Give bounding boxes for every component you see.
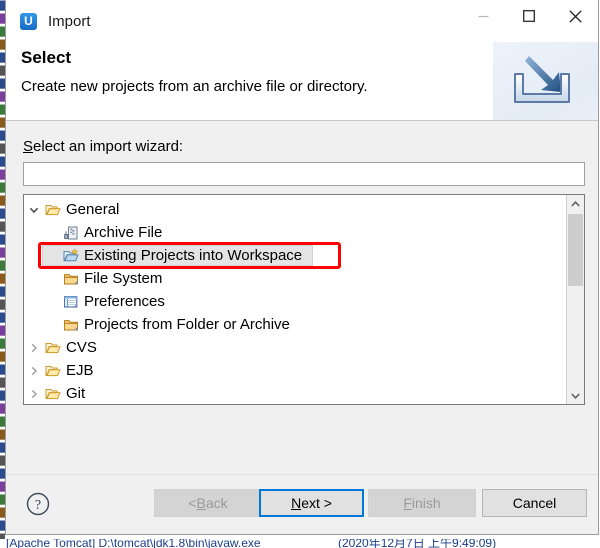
preferences-icon bbox=[61, 294, 81, 310]
console-right-text: (2020年12月7日 上午9:49:09) bbox=[338, 539, 497, 548]
label-mnemonic: S bbox=[23, 138, 34, 155]
folder-open-icon bbox=[45, 204, 61, 215]
back-label-pre: < bbox=[188, 495, 197, 511]
console-left-text: [Apache Tomcat] D:\tomcat\jdk1.8\bin\jav… bbox=[6, 539, 261, 548]
folder-open-icon bbox=[43, 340, 63, 356]
import-project-folder-icon bbox=[61, 248, 81, 264]
back-label-post: ack bbox=[205, 495, 228, 511]
folder-open-icon bbox=[45, 365, 61, 376]
archive-file-icon bbox=[61, 225, 81, 241]
chevron-right-icon[interactable] bbox=[29, 343, 39, 353]
tree-row-content[interactable]: Archive File bbox=[42, 222, 173, 243]
cancel-button[interactable]: Cancel bbox=[482, 489, 587, 517]
help-button[interactable]: ? bbox=[26, 492, 50, 521]
wizard-body: Select an import wizard: General Archive … bbox=[6, 121, 598, 474]
tree-expander[interactable] bbox=[25, 366, 43, 376]
scroll-down-arrow[interactable] bbox=[567, 387, 584, 404]
page-description: Create new projects from an archive file… bbox=[21, 78, 368, 95]
scrollbar-thumb[interactable] bbox=[568, 214, 583, 286]
tree-row-content[interactable]: Preferences bbox=[42, 291, 176, 312]
tree-row-content[interactable]: CVS bbox=[24, 337, 108, 358]
next-button[interactable]: Next > bbox=[259, 489, 364, 517]
scroll-up-arrow[interactable] bbox=[567, 195, 584, 212]
tree-item-label: File System bbox=[84, 270, 163, 287]
tree-item-label: Existing Projects into Workspace bbox=[84, 247, 303, 264]
folder-open-icon bbox=[45, 388, 61, 399]
chevron-right-icon[interactable] bbox=[29, 366, 39, 376]
maximize-icon bbox=[523, 10, 535, 22]
page-title: Select bbox=[21, 48, 72, 67]
tree-row-content[interactable]: Projects from Folder or Archive bbox=[42, 314, 301, 335]
minimize-button[interactable] bbox=[460, 0, 506, 32]
folder-open-icon bbox=[43, 363, 63, 379]
tree-item-projects-from-folder-or-archive[interactable]: Projects from Folder or Archive bbox=[24, 313, 566, 336]
folder-icon bbox=[61, 271, 81, 287]
folder-icon bbox=[64, 273, 78, 284]
dialog-footer: ? < Back Next > Finish Cancel bbox=[6, 474, 598, 534]
wizard-tree-panel: General Archive File Existing Projects int… bbox=[23, 194, 585, 405]
tree-item-label: Archive File bbox=[84, 224, 163, 241]
close-icon bbox=[568, 9, 582, 23]
tree-item-general[interactable]: General bbox=[24, 198, 566, 221]
chevron-up-icon bbox=[571, 200, 580, 207]
next-label-mnemonic: N bbox=[291, 495, 302, 511]
folder-icon bbox=[64, 319, 78, 330]
help-icon: ? bbox=[26, 492, 50, 516]
minimize-icon bbox=[478, 15, 488, 17]
finish-label-mnemonic: F bbox=[403, 495, 412, 511]
tree-row-content[interactable]: Git bbox=[24, 383, 96, 404]
svg-text:?: ? bbox=[35, 498, 41, 513]
close-button[interactable] bbox=[552, 0, 598, 32]
folder-open-icon bbox=[43, 386, 63, 402]
tree-item-cvs[interactable]: CVS bbox=[24, 336, 566, 359]
archive-file-icon bbox=[64, 226, 78, 239]
tree-item-git[interactable]: Git bbox=[24, 382, 566, 404]
chevron-down-icon bbox=[571, 392, 580, 399]
import-banner-icon bbox=[493, 42, 598, 120]
folder-open-icon bbox=[45, 342, 61, 353]
tree-item-label: General bbox=[66, 201, 120, 218]
chevron-down-icon[interactable] bbox=[29, 205, 39, 215]
next-label-post: ext > bbox=[301, 495, 332, 511]
tree-item-file-system[interactable]: File System bbox=[24, 267, 566, 290]
tree-item-label: Projects from Folder or Archive bbox=[84, 316, 290, 333]
window-title: Import bbox=[48, 12, 91, 30]
finish-label-post: inish bbox=[411, 495, 441, 511]
import-tray-arrow-icon bbox=[514, 56, 570, 103]
tree-vertical-scrollbar[interactable] bbox=[566, 195, 584, 404]
tree-item-ejb[interactable]: EJB bbox=[24, 359, 566, 382]
wizard-header: Select Create new projects from an archi… bbox=[6, 42, 598, 121]
tree-expander[interactable] bbox=[25, 389, 43, 399]
maximize-button[interactable] bbox=[506, 0, 552, 32]
background-console-strip: [Apache Tomcat] D:\tomcat\jdk1.8\bin\jav… bbox=[0, 539, 600, 548]
back-button[interactable]: < Back bbox=[154, 489, 262, 517]
tree-item-preferences[interactable]: Preferences bbox=[24, 290, 566, 313]
finish-button[interactable]: Finish bbox=[368, 489, 476, 517]
tree-item-existing-projects-into-workspace[interactable]: Existing Projects into Workspace bbox=[24, 244, 566, 267]
label-rest: elect an import wizard: bbox=[33, 138, 184, 155]
preferences-icon bbox=[64, 295, 78, 308]
tree-expander[interactable] bbox=[25, 205, 43, 215]
tree-expander[interactable] bbox=[25, 343, 43, 353]
import-project-folder-icon bbox=[63, 248, 79, 261]
tree-item-label: Preferences bbox=[84, 293, 165, 310]
select-wizard-label: Select an import wizard: bbox=[23, 138, 183, 155]
tree-item-label: CVS bbox=[66, 339, 97, 356]
app-icon-u: U bbox=[20, 12, 37, 30]
tree-row-content[interactable]: File System bbox=[42, 268, 173, 289]
wizard-tree-list[interactable]: General Archive File Existing Projects int… bbox=[24, 195, 566, 404]
chevron-right-icon[interactable] bbox=[29, 389, 39, 399]
tree-item-archive-file[interactable]: Archive File bbox=[24, 221, 566, 244]
title-bar: U Import bbox=[6, 0, 598, 42]
tree-item-label: Git bbox=[66, 385, 86, 402]
tree-row-content[interactable]: EJB bbox=[24, 360, 105, 381]
tree-row-content[interactable]: General bbox=[24, 199, 130, 220]
import-wizard-dialog: U Import Select Create new projects from… bbox=[5, 0, 599, 535]
tree-item-label: EJB bbox=[66, 362, 94, 379]
folder-open-icon bbox=[43, 202, 63, 218]
folder-icon bbox=[61, 317, 81, 333]
wizard-filter-input[interactable] bbox=[23, 162, 585, 186]
back-label-mnemonic: B bbox=[196, 495, 206, 511]
tree-row-content[interactable]: Existing Projects into Workspace bbox=[42, 245, 314, 266]
